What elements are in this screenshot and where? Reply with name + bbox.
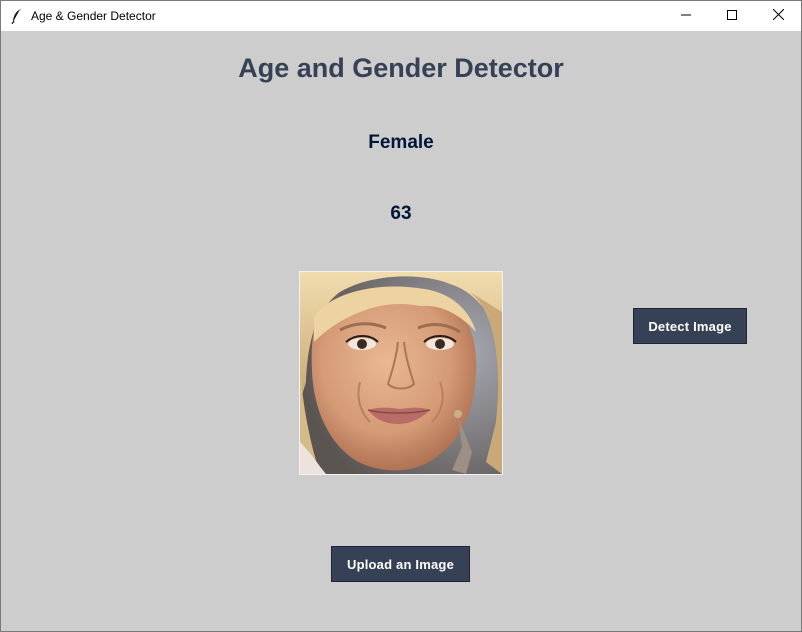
upload-image-button[interactable]: Upload an Image bbox=[331, 546, 470, 582]
gender-result-label: Female bbox=[368, 132, 434, 153]
app-window: Age & Gender Detector Age and Gender Det… bbox=[0, 0, 802, 632]
main-panel: Age and Gender Detector Female 63 Detect… bbox=[1, 31, 801, 631]
close-button[interactable] bbox=[755, 1, 801, 31]
window-controls bbox=[663, 1, 801, 31]
feather-icon bbox=[10, 8, 24, 24]
close-icon bbox=[772, 7, 784, 25]
window-title: Age & Gender Detector bbox=[31, 9, 156, 23]
page-title: Age and Gender Detector bbox=[238, 53, 564, 83]
maximize-icon bbox=[727, 7, 737, 25]
maximize-button[interactable] bbox=[709, 1, 755, 31]
minimize-button[interactable] bbox=[663, 1, 709, 31]
age-result-label: 63 bbox=[390, 203, 412, 224]
uploaded-face-photo bbox=[299, 271, 503, 475]
title-bar[interactable]: Age & Gender Detector bbox=[1, 1, 801, 31]
detect-image-button[interactable]: Detect Image bbox=[633, 308, 747, 344]
minimize-icon bbox=[681, 7, 691, 25]
